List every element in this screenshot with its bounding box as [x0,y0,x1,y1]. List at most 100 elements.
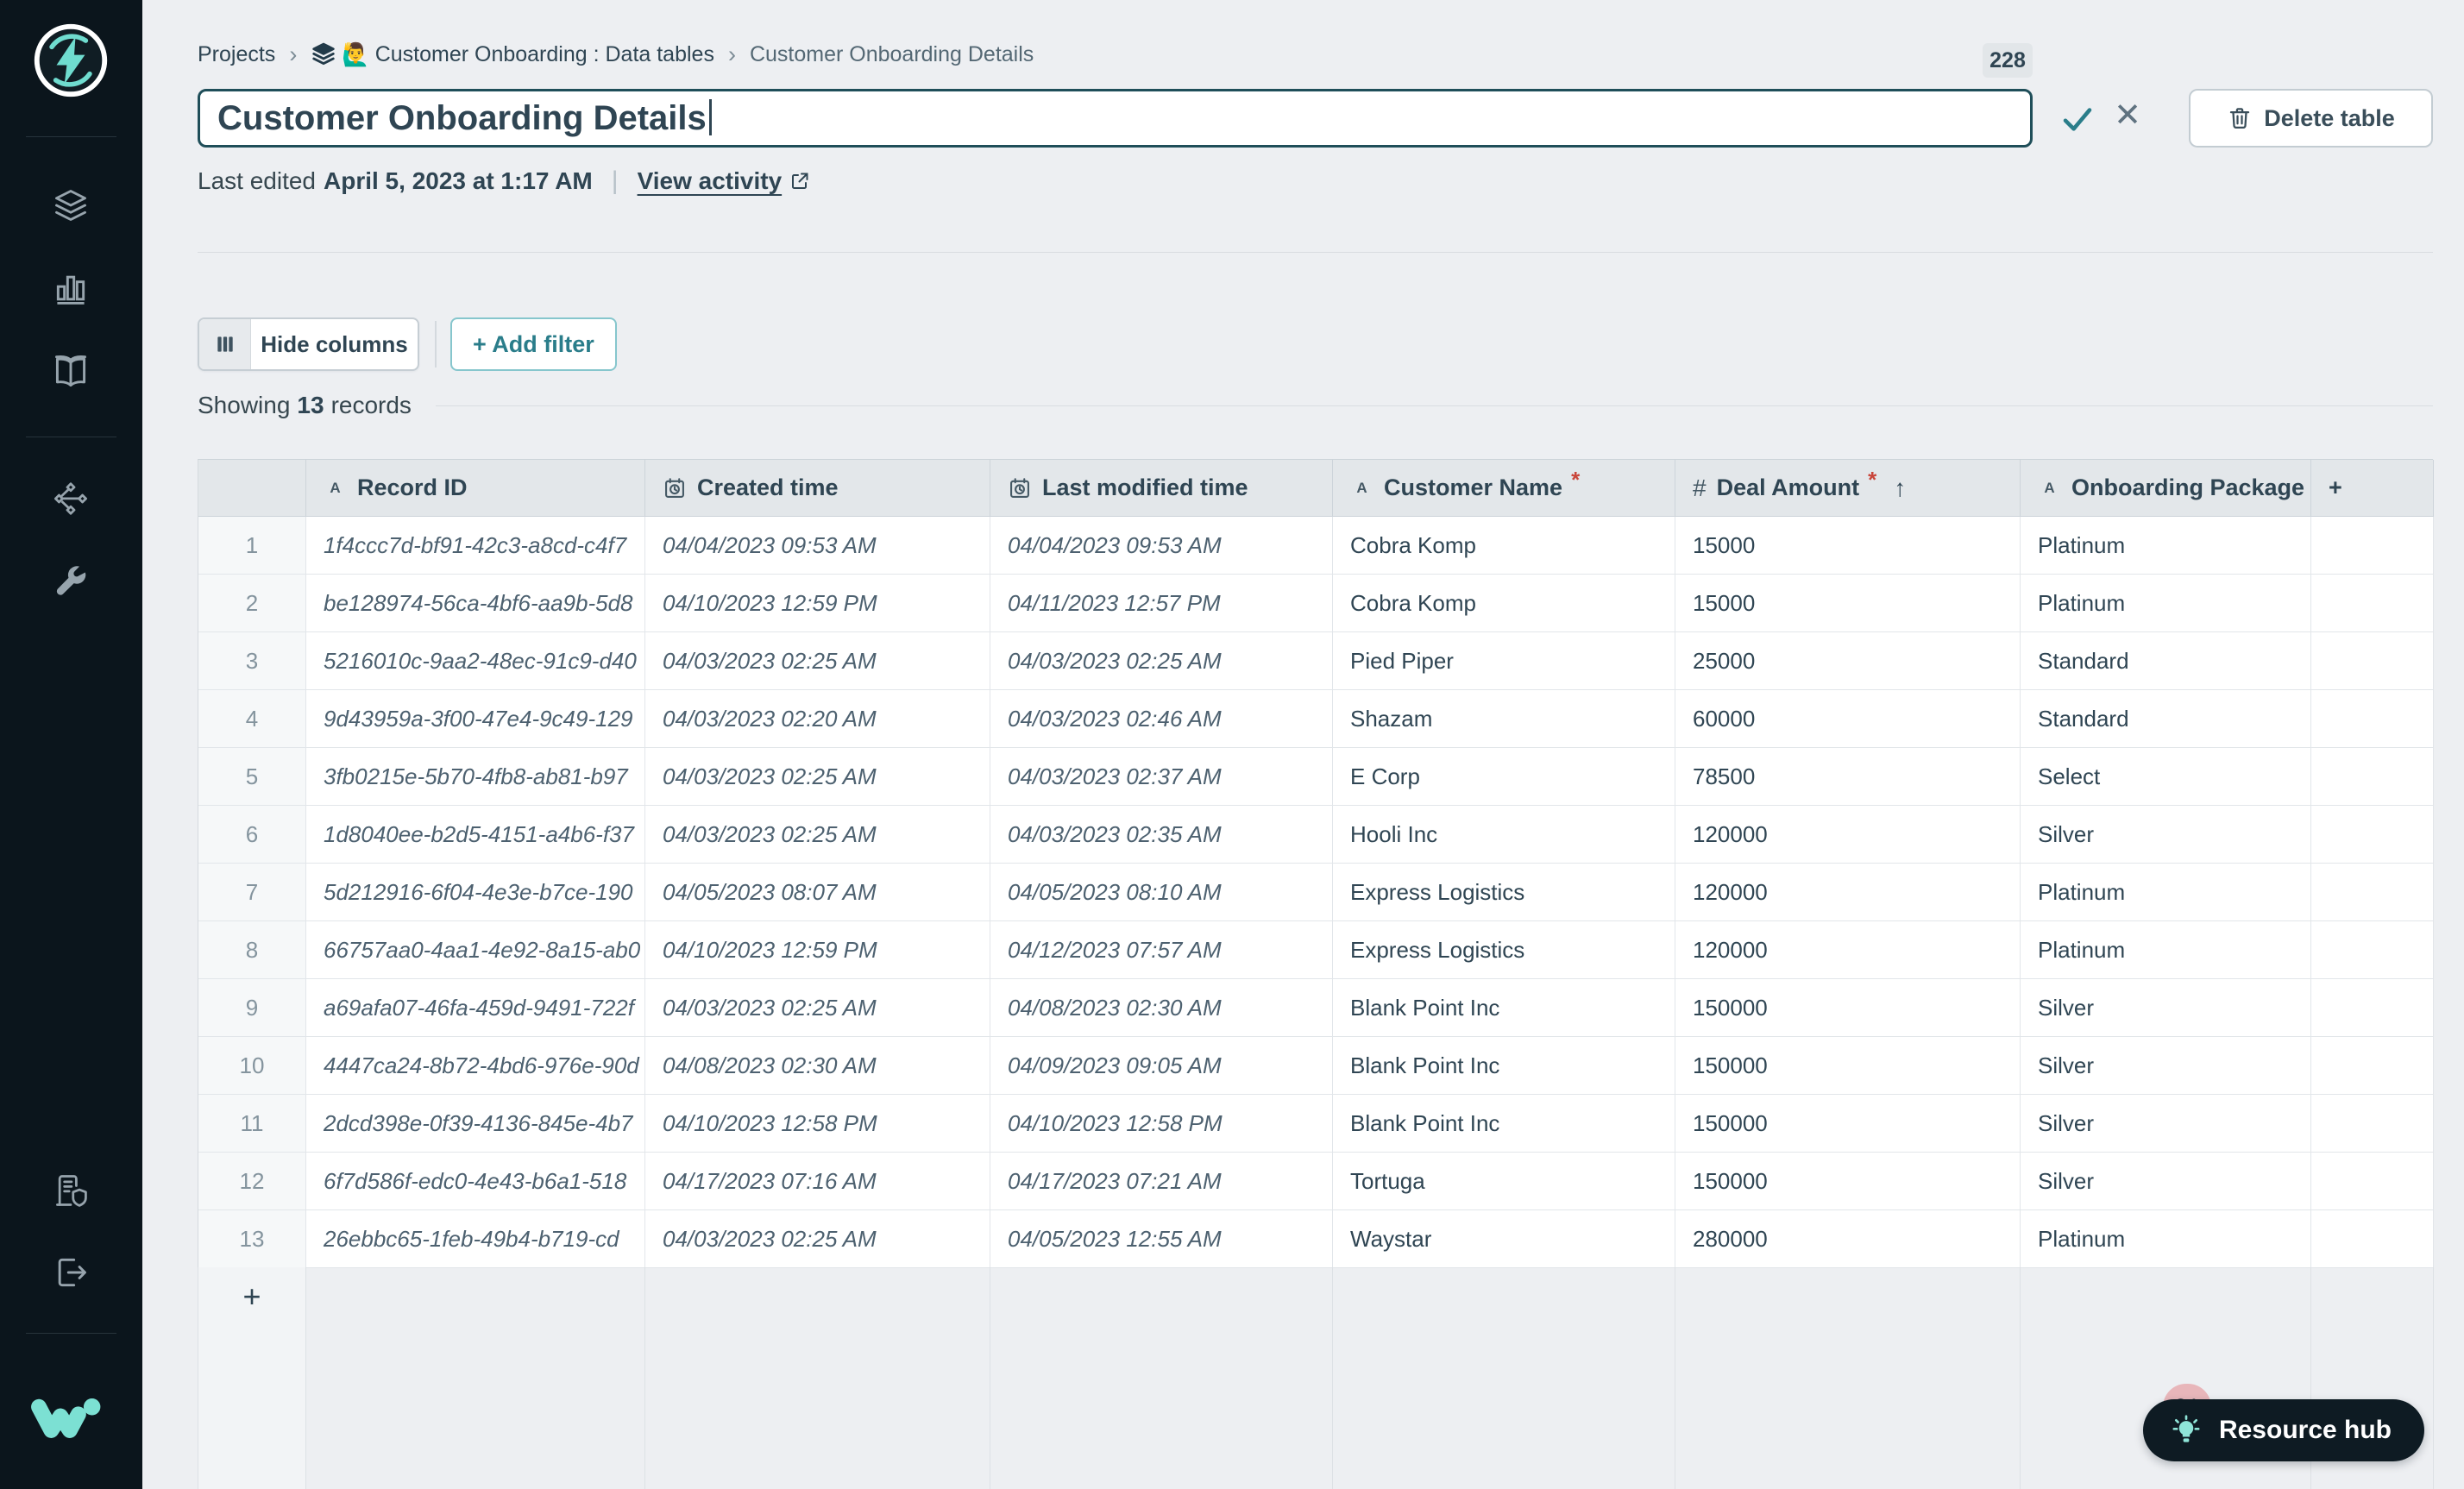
cell-record-id[interactable]: 2dcd398e-0f39-4136-845e-4b7 [306,1095,645,1153]
column-header-last-modified-time[interactable]: Last modified time [990,460,1333,517]
cell-deal-amount[interactable]: 25000 [1675,632,2021,690]
cell-deal-amount[interactable]: 120000 [1675,806,2021,864]
column-header-customer-name[interactable]: A Customer Name * [1333,460,1675,517]
cell-onboarding-package[interactable]: Standard [2021,632,2311,690]
cell-record-id[interactable]: a69afa07-46fa-459d-9491-722f [306,979,645,1037]
sidebar-item-tables[interactable] [52,186,90,224]
breadcrumb-workspace[interactable]: 🙋‍♂️ Customer Onboarding : Data tables [311,41,714,67]
cell-created-time[interactable]: 04/03/2023 02:25 AM [645,979,990,1037]
cell-deal-amount[interactable]: 60000 [1675,690,2021,748]
cell-customer-name[interactable]: Hooli Inc [1333,806,1675,864]
cell-customer-name[interactable]: Cobra Komp [1333,575,1675,632]
cell-last-modified-time[interactable]: 04/03/2023 02:37 AM [990,748,1333,806]
cell-last-modified-time[interactable]: 04/08/2023 02:30 AM [990,979,1333,1037]
row-number[interactable]: 4 [198,690,306,748]
cell-record-id[interactable]: 1d8040ee-b2d5-4151-a4b6-f37 [306,806,645,864]
cell-customer-name[interactable]: Express Logistics [1333,921,1675,979]
cell-created-time[interactable]: 04/04/2023 09:53 AM [645,517,990,575]
row-number[interactable]: 7 [198,864,306,921]
cell-record-id[interactable]: 3fb0215e-5b70-4fb8-ab81-b97 [306,748,645,806]
cell-last-modified-time[interactable]: 04/03/2023 02:25 AM [990,632,1333,690]
cell-customer-name[interactable]: Cobra Komp [1333,517,1675,575]
sidebar-item-workflows[interactable] [52,480,90,518]
cell-record-id[interactable]: 26ebbc65-1feb-49b4-b719-cd [306,1210,645,1268]
cell-last-modified-time[interactable]: 04/05/2023 08:10 AM [990,864,1333,921]
cell-deal-amount[interactable]: 78500 [1675,748,2021,806]
row-number[interactable]: 9 [198,979,306,1037]
cell-record-id[interactable]: 6f7d586f-edc0-4e43-b6a1-518 [306,1153,645,1210]
confirm-title-button[interactable] [2059,101,2096,137]
sidebar-item-library[interactable] [52,353,90,391]
cell-deal-amount[interactable]: 150000 [1675,979,2021,1037]
cell-created-time[interactable]: 04/08/2023 02:30 AM [645,1037,990,1095]
cell-deal-amount[interactable]: 150000 [1675,1153,2021,1210]
cell-empty[interactable] [2311,1210,2434,1268]
cell-empty[interactable] [2311,748,2434,806]
cell-onboarding-package[interactable]: Silver [2021,1037,2311,1095]
column-header-record-id[interactable]: A Record ID [306,460,645,517]
row-number[interactable]: 11 [198,1095,306,1153]
cell-customer-name[interactable]: Blank Point Inc [1333,1095,1675,1153]
column-header-onboarding-package[interactable]: AOnboarding Package* [2021,460,2311,517]
cancel-title-button[interactable]: ✕ [2109,97,2146,134]
cell-onboarding-package[interactable]: Select [2021,748,2311,806]
add-row-button[interactable]: + [198,1267,305,1325]
cell-onboarding-package[interactable]: Platinum [2021,517,2311,575]
cell-record-id[interactable]: 5216010c-9aa2-48ec-91c9-d40 [306,632,645,690]
cell-onboarding-package[interactable]: Platinum [2021,575,2311,632]
cell-deal-amount[interactable]: 15000 [1675,575,2021,632]
cell-onboarding-package[interactable]: Silver [2021,979,2311,1037]
cell-created-time[interactable]: 04/03/2023 02:25 AM [645,748,990,806]
cell-last-modified-time[interactable]: 04/03/2023 02:46 AM [990,690,1333,748]
row-number[interactable]: 12 [198,1153,306,1210]
cell-created-time[interactable]: 04/03/2023 02:20 AM [645,690,990,748]
row-number[interactable]: 3 [198,632,306,690]
cell-empty[interactable] [2311,690,2434,748]
cell-created-time[interactable]: 04/03/2023 02:25 AM [645,1210,990,1268]
cell-customer-name[interactable]: E Corp [1333,748,1675,806]
hide-columns-button[interactable]: Hide columns [198,317,419,371]
cell-deal-amount[interactable]: 120000 [1675,921,2021,979]
resource-hub-button[interactable]: Resource hub [2142,1399,2424,1461]
cell-onboarding-package[interactable]: Silver [2021,1153,2311,1210]
table-title-input[interactable]: Customer Onboarding Details [198,89,2033,148]
cell-created-time[interactable]: 04/10/2023 12:59 PM [645,921,990,979]
app-logo[interactable] [33,22,109,98]
cell-deal-amount[interactable]: 120000 [1675,864,2021,921]
cell-empty[interactable] [2311,1095,2434,1153]
cell-customer-name[interactable]: Blank Point Inc [1333,979,1675,1037]
row-number[interactable]: 1 [198,517,306,575]
view-activity-link[interactable]: View activity [638,167,811,195]
row-number[interactable]: 5 [198,748,306,806]
cell-last-modified-time[interactable]: 04/11/2023 12:57 PM [990,575,1333,632]
cell-onboarding-package[interactable]: Platinum [2021,1210,2311,1268]
row-number[interactable]: 10 [198,1037,306,1095]
cell-customer-name[interactable]: Express Logistics [1333,864,1675,921]
row-number[interactable]: 8 [198,921,306,979]
cell-last-modified-time[interactable]: 04/10/2023 12:58 PM [990,1095,1333,1153]
cell-deal-amount[interactable]: 150000 [1675,1095,2021,1153]
cell-record-id[interactable]: 66757aa0-4aa1-4e92-8a15-ab0 [306,921,645,979]
sidebar-item-organization[interactable] [52,1172,90,1209]
cell-record-id[interactable]: 5d212916-6f04-4e3e-b7ce-190 [306,864,645,921]
cell-created-time[interactable]: 04/05/2023 08:07 AM [645,864,990,921]
cell-empty[interactable] [2311,921,2434,979]
cell-empty[interactable] [2311,632,2434,690]
cell-record-id[interactable]: be128974-56ca-4bf6-aa9b-5d8 [306,575,645,632]
cell-customer-name[interactable]: Tortuga [1333,1153,1675,1210]
add-column-button[interactable]: + [2311,460,2434,517]
cell-onboarding-package[interactable]: Silver [2021,806,2311,864]
cell-customer-name[interactable]: Blank Point Inc [1333,1037,1675,1095]
cell-created-time[interactable]: 04/10/2023 12:58 PM [645,1095,990,1153]
row-number[interactable]: 2 [198,575,306,632]
cell-created-time[interactable]: 04/03/2023 02:25 AM [645,632,990,690]
add-filter-button[interactable]: + Add filter [450,317,617,371]
cell-record-id[interactable]: 4447ca24-8b72-4bd6-976e-90d [306,1037,645,1095]
sidebar-item-insights[interactable] [52,269,90,307]
cell-deal-amount[interactable]: 15000 [1675,517,2021,575]
cell-customer-name[interactable]: Shazam [1333,690,1675,748]
sidebar-item-tools[interactable] [52,562,90,600]
cell-empty[interactable] [2311,517,2434,575]
delete-table-button[interactable]: Delete table [2189,89,2433,148]
cell-deal-amount[interactable]: 280000 [1675,1210,2021,1268]
